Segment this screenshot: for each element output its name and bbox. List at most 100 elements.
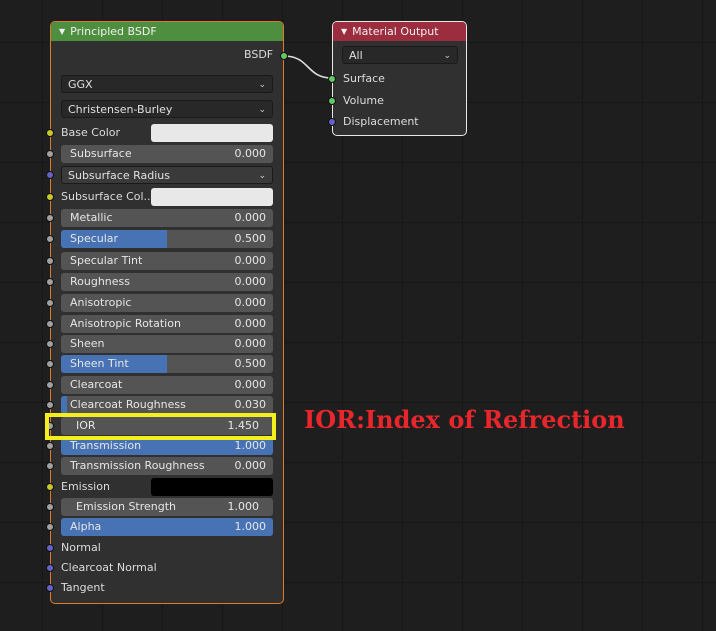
distribution-dropdown[interactable]: GGX ⌄: [61, 75, 273, 93]
clearcoat-slider[interactable]: Clearcoat 0.000: [61, 376, 273, 394]
slider-label: Roughness: [70, 275, 131, 288]
transmission-slider[interactable]: Transmission 1.000: [61, 437, 273, 455]
slider-value: 0.500: [234, 232, 267, 245]
normal-label: Normal: [61, 541, 101, 554]
slider-value: 0.000: [234, 147, 267, 160]
node-title: Material Output: [352, 25, 439, 38]
slider-label: Specular Tint: [70, 254, 143, 267]
clearcoat-normal-label: Clearcoat Normal: [61, 561, 157, 574]
subsurface-method-value: Christensen-Burley: [68, 103, 173, 116]
clearcoat-roughness-socket[interactable]: [46, 401, 54, 409]
slider-value: 1.000: [234, 520, 267, 533]
slider-value: 1.000: [227, 500, 260, 513]
alpha-slider[interactable]: Alpha 1.000: [61, 518, 273, 536]
distribution-value: GGX: [68, 78, 93, 91]
slider-label: Emission Strength: [76, 500, 177, 513]
sheen-tint-slider[interactable]: Sheen Tint 0.500: [61, 355, 273, 373]
slider-value: 1.450: [227, 419, 260, 432]
chevron-down-icon: ⌄: [443, 51, 451, 61]
transmission-roughness-slider[interactable]: Transmission Roughness 0.000: [61, 457, 273, 475]
sheen-socket[interactable]: [46, 340, 54, 348]
slider-label: Specular: [70, 232, 119, 245]
slider-value: 0.000: [234, 211, 267, 224]
metallic-socket[interactable]: [46, 214, 54, 222]
slider-value: 1.000: [234, 439, 267, 452]
slider-value: 0.030: [234, 398, 267, 411]
slider-value: 0.000: [234, 459, 267, 472]
bsdf-output-label: BSDF: [244, 48, 274, 61]
anisotropic-rotation-socket[interactable]: [46, 320, 54, 328]
clearcoat-socket[interactable]: [46, 381, 54, 389]
ior-socket[interactable]: [46, 422, 54, 430]
subsurface-method-dropdown[interactable]: Christensen-Burley ⌄: [61, 100, 273, 118]
slider-label: Anisotropic: [70, 296, 132, 309]
clearcoat-normal-socket[interactable]: [46, 564, 54, 572]
tangent-socket[interactable]: [46, 584, 54, 592]
emission-strength-socket[interactable]: [46, 503, 54, 511]
node-header[interactable]: ▼ Material Output: [333, 22, 466, 41]
ior-field[interactable]: IOR 1.450: [61, 417, 273, 435]
base-color-swatch[interactable]: [151, 124, 273, 142]
surface-label: Surface: [343, 72, 385, 85]
subsurface-radius-socket[interactable]: [46, 171, 54, 179]
node-header[interactable]: ▼ Principled BSDF: [51, 22, 283, 41]
ior-annotation-text: IOR:Index of Refrection: [304, 405, 625, 434]
collapse-triangle-icon[interactable]: ▼: [59, 27, 65, 36]
chevron-down-icon: ⌄: [258, 105, 266, 115]
sheen-tint-socket[interactable]: [46, 360, 54, 368]
displacement-socket[interactable]: [328, 118, 336, 126]
specular-tint-slider[interactable]: Specular Tint 0.000: [61, 252, 273, 270]
surface-socket[interactable]: [328, 75, 336, 83]
normal-socket[interactable]: [46, 544, 54, 552]
slider-value: 0.000: [234, 378, 267, 391]
chevron-down-icon: ⌄: [258, 171, 266, 181]
subsurface-radius-field[interactable]: Subsurface Radius ⌄: [61, 166, 273, 184]
displacement-label: Displacement: [343, 115, 419, 128]
emission-color-swatch[interactable]: [151, 478, 273, 496]
slider-label: Transmission: [70, 439, 142, 452]
slider-label: Sheen: [70, 337, 105, 350]
slider-label: Clearcoat Roughness: [70, 398, 186, 411]
roughness-slider[interactable]: Roughness 0.000: [61, 273, 273, 291]
emission-label: Emission: [61, 480, 110, 493]
node-editor-canvas[interactable]: ▼ Principled BSDF BSDF GGX ⌄ Christensen-…: [0, 0, 716, 631]
subsurface-socket[interactable]: [46, 150, 54, 158]
node-title: Principled BSDF: [70, 25, 157, 38]
bsdf-output-socket[interactable]: [280, 52, 288, 60]
subsurface-slider[interactable]: Subsurface 0.000: [61, 145, 273, 163]
anisotropic-slider[interactable]: Anisotropic 0.000: [61, 294, 273, 312]
base-color-label: Base Color: [61, 126, 121, 139]
volume-socket[interactable]: [328, 97, 336, 105]
clearcoat-roughness-slider[interactable]: Clearcoat Roughness 0.030: [61, 396, 273, 414]
collapse-triangle-icon[interactable]: ▼: [341, 27, 347, 36]
specular-tint-socket[interactable]: [46, 257, 54, 265]
anisotropic-socket[interactable]: [46, 299, 54, 307]
alpha-socket[interactable]: [46, 523, 54, 531]
slider-label: IOR: [76, 419, 96, 432]
tangent-label: Tangent: [61, 581, 105, 594]
anisotropic-rotation-slider[interactable]: Anisotropic Rotation 0.000: [61, 315, 273, 333]
subsurface-radius-label: Subsurface Radius: [68, 169, 170, 182]
emission-socket[interactable]: [46, 483, 54, 491]
slider-value: 0.000: [234, 296, 267, 309]
transmission-roughness-socket[interactable]: [46, 462, 54, 470]
sheen-slider[interactable]: Sheen 0.000: [61, 335, 273, 353]
transmission-socket[interactable]: [46, 442, 54, 450]
subsurface-color-swatch[interactable]: [151, 188, 273, 206]
slider-value: 0.000: [234, 317, 267, 330]
base-color-socket[interactable]: [46, 129, 54, 137]
output-target-dropdown[interactable]: All ⌄: [342, 46, 458, 64]
chevron-down-icon: ⌄: [258, 80, 266, 90]
emission-strength-field[interactable]: Emission Strength 1.000: [61, 498, 273, 516]
slider-label: Subsurface: [70, 147, 132, 160]
specular-socket[interactable]: [46, 235, 54, 243]
subsurface-color-socket[interactable]: [46, 193, 54, 201]
roughness-socket[interactable]: [46, 278, 54, 286]
slider-value: 0.000: [234, 337, 267, 350]
metallic-slider[interactable]: Metallic 0.000: [61, 209, 273, 227]
specular-slider[interactable]: Specular 0.500: [61, 230, 273, 248]
slider-value: 0.000: [234, 254, 267, 267]
slider-label: Clearcoat: [70, 378, 123, 391]
slider-value: 0.500: [234, 357, 267, 370]
subsurface-color-label: Subsurface Col...: [61, 190, 155, 203]
